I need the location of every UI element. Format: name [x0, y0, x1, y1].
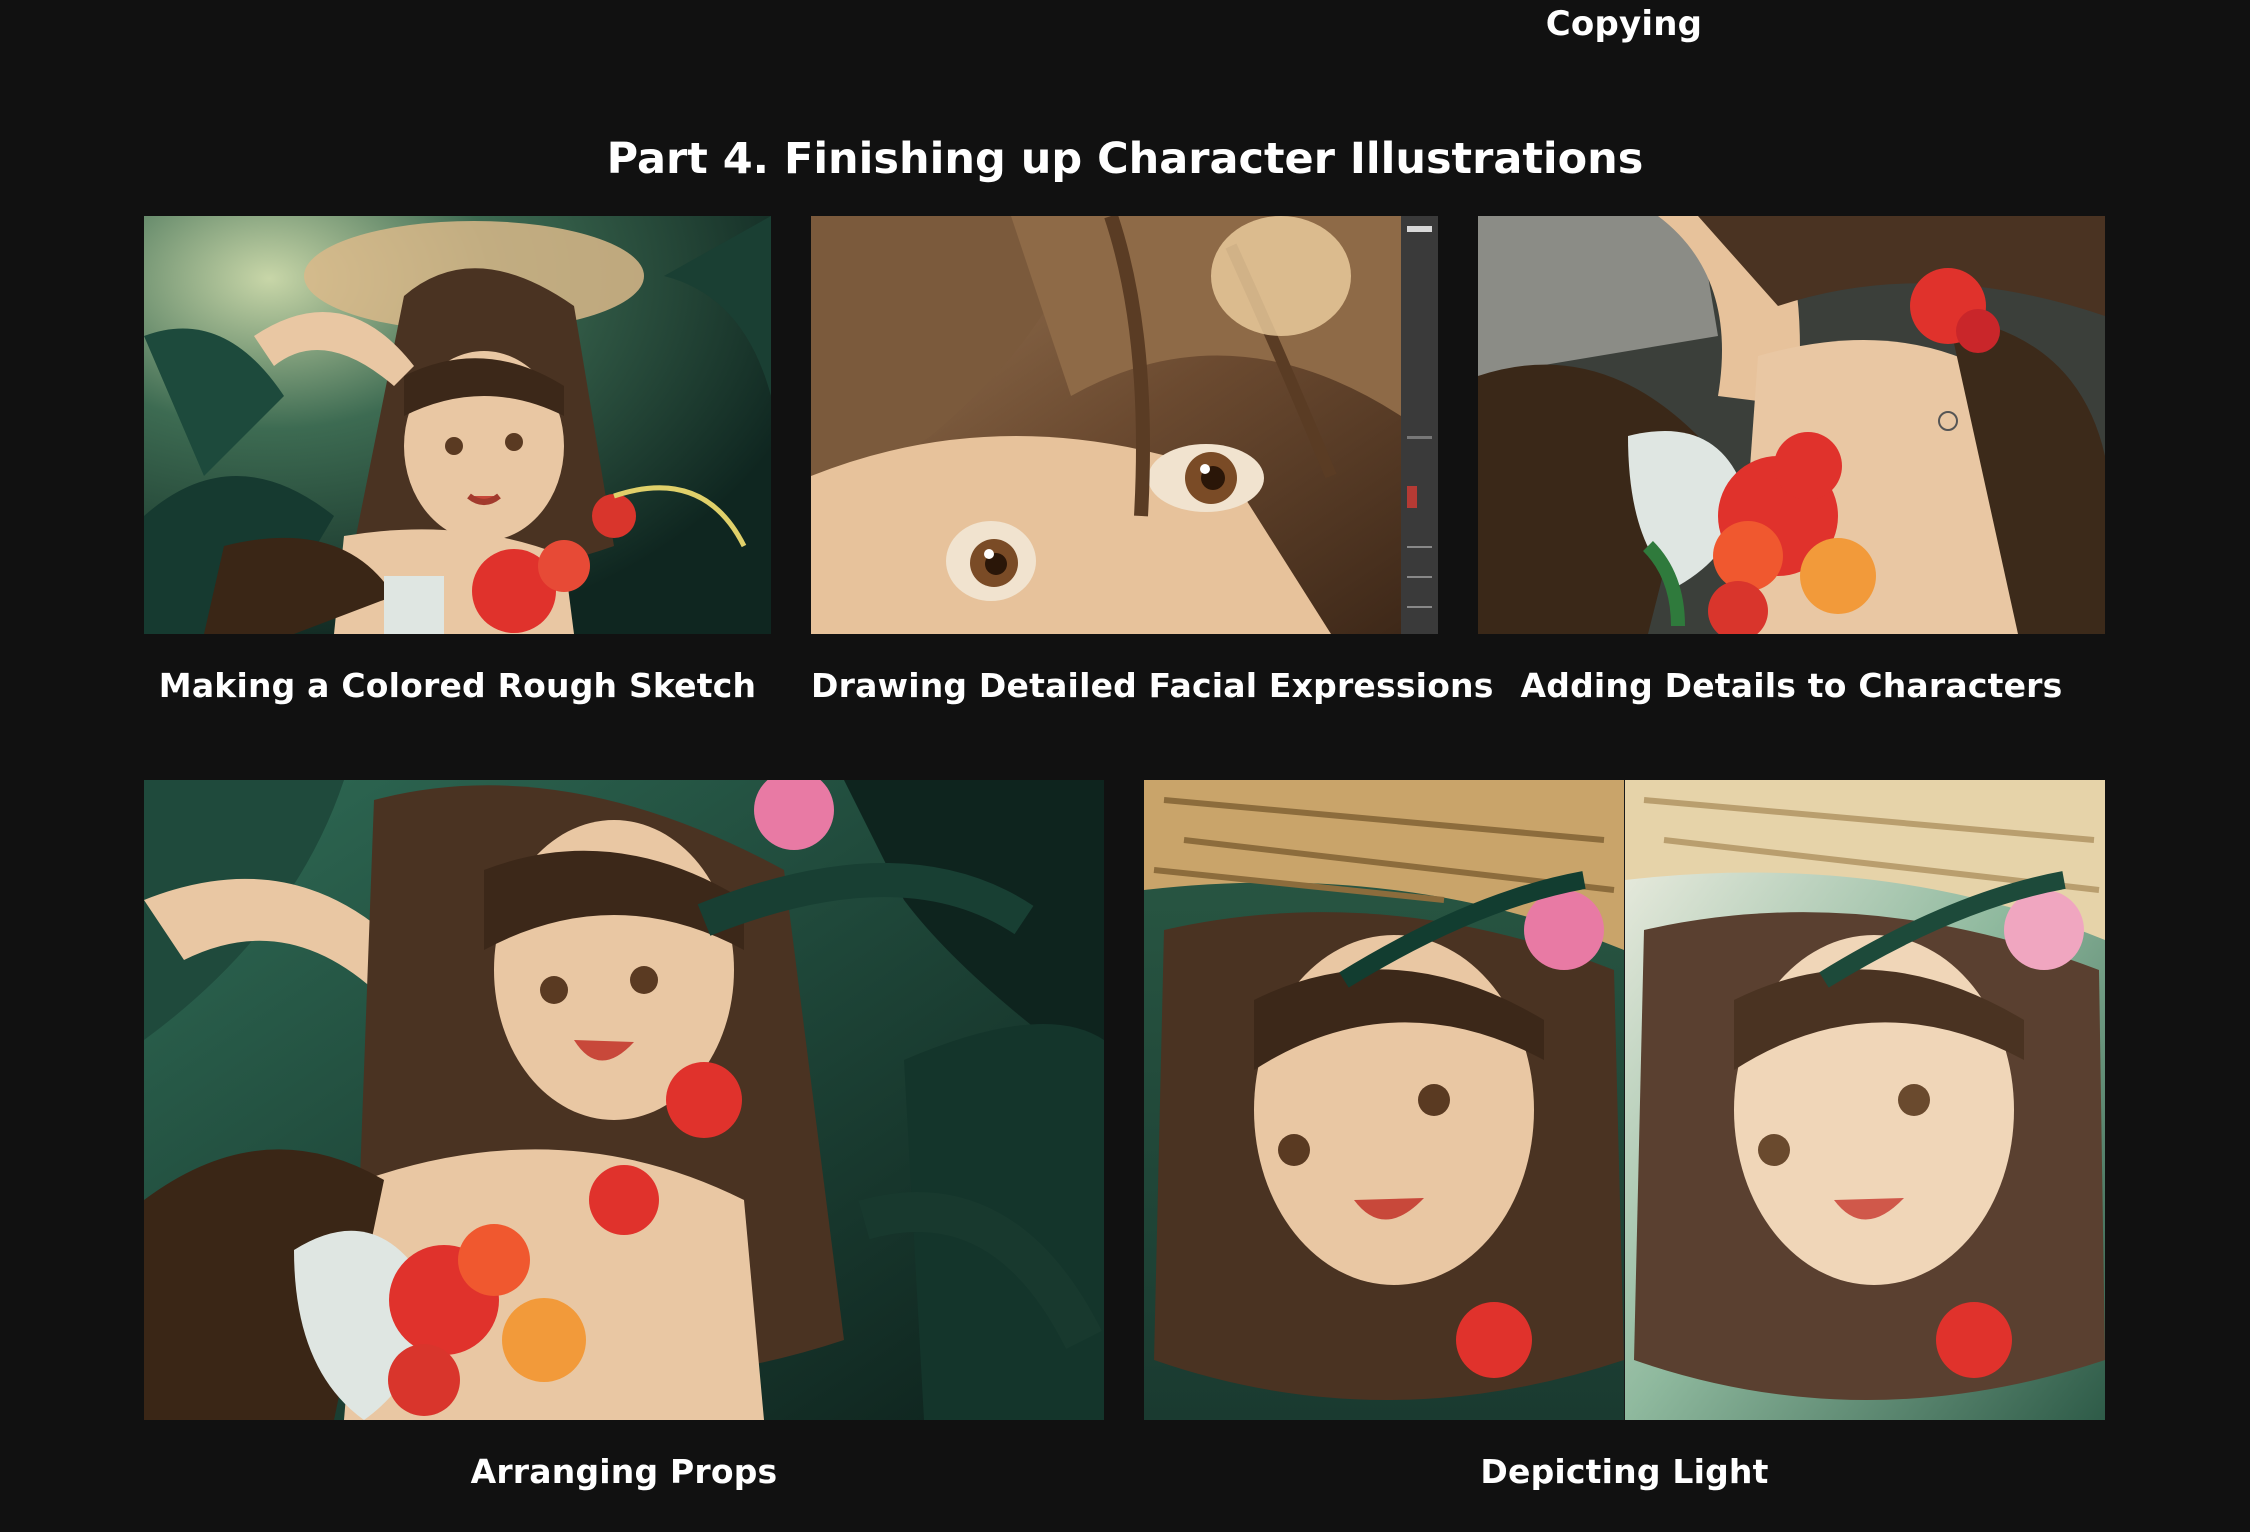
thumbnail-colored-rough-sketch[interactable] — [144, 216, 771, 634]
section-title: Part 4. Finishing up Character Illustrat… — [606, 134, 1644, 184]
illustration-image — [1144, 780, 2105, 1420]
caption-colored-rough-sketch: Making a Colored Rough Sketch — [158, 666, 757, 705]
thumbnail-facial-expressions[interactable] — [811, 216, 1438, 634]
illustration-image — [1478, 216, 2105, 634]
illustration-image — [811, 216, 1438, 634]
caption-facial-expressions: Drawing Detailed Facial Expressions — [811, 666, 1494, 705]
thumbnail-depicting-light[interactable] — [1144, 780, 2105, 1420]
top-caption: Copying — [1545, 4, 1703, 44]
illustration-image — [144, 780, 1104, 1420]
thumbnail-arranging-props[interactable] — [144, 780, 1104, 1420]
illustration-image — [144, 216, 771, 634]
caption-adding-details: Adding Details to Characters — [1520, 666, 2063, 705]
caption-arranging-props: Arranging Props — [470, 1452, 778, 1491]
caption-depicting-light: Depicting Light — [1480, 1452, 1769, 1491]
thumbnail-adding-details[interactable] — [1478, 216, 2105, 634]
